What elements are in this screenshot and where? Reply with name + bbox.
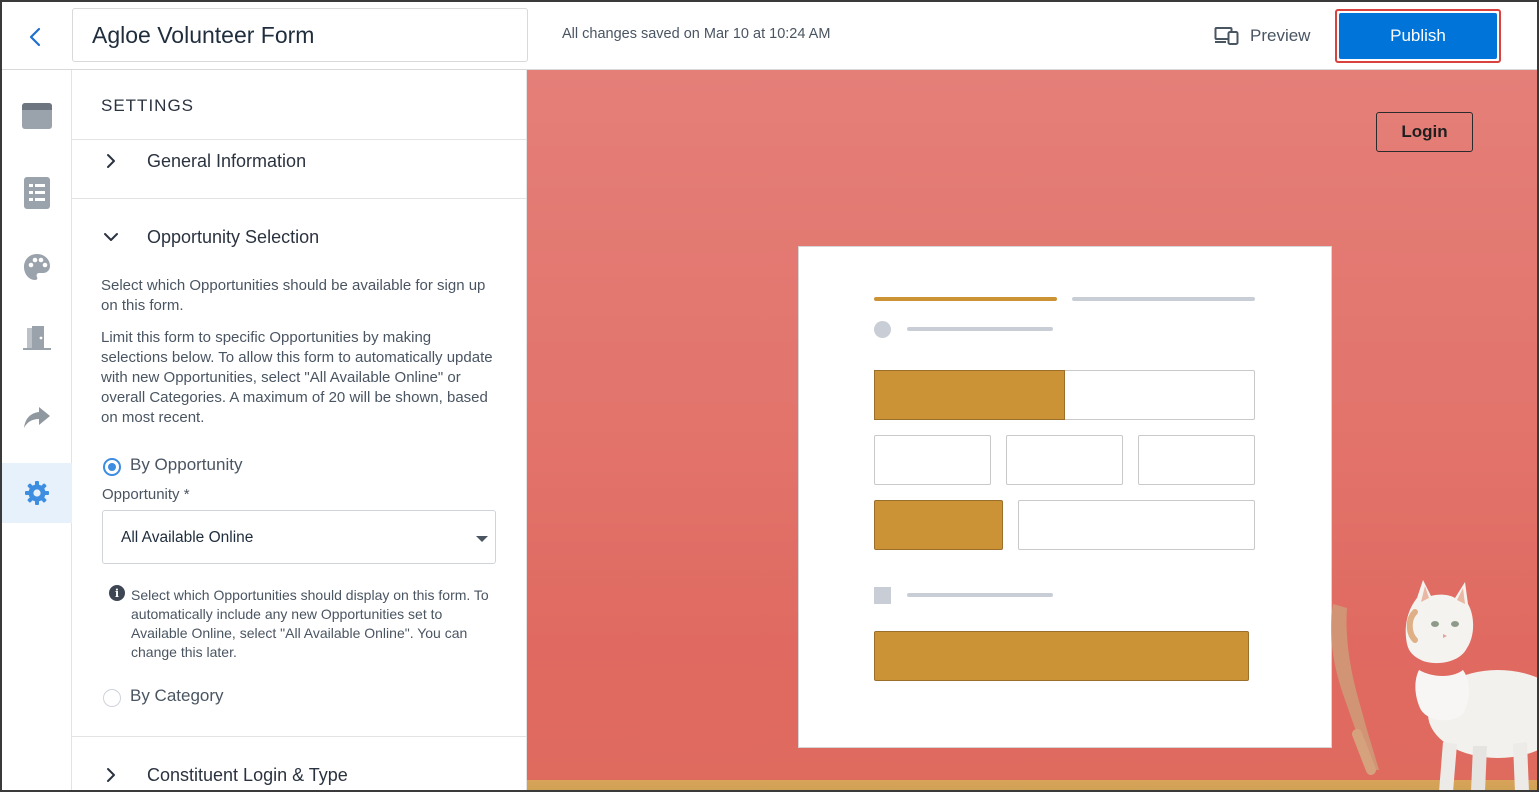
form-preview-canvas: Login <box>527 70 1537 790</box>
share-arrow-icon <box>24 407 50 428</box>
rail-item-settings[interactable] <box>2 463 72 523</box>
login-button[interactable]: Login <box>1376 112 1473 152</box>
section-general-information[interactable]: General Information <box>72 141 527 181</box>
top-bar: Agloe Volunteer Form All changes saved o… <box>2 2 1537 70</box>
placeholder-line <box>907 327 1053 331</box>
devices-icon <box>1214 27 1239 45</box>
placeholder-button <box>874 500 1003 550</box>
save-status: All changes saved on Mar 10 at 10:24 AM <box>562 26 831 42</box>
divider <box>72 736 527 737</box>
rail-item-layout[interactable] <box>2 86 72 146</box>
app-window: Agloe Volunteer Form All changes saved o… <box>0 0 1539 792</box>
placeholder-dot <box>874 321 891 338</box>
opportunity-field-label: Opportunity * <box>102 486 190 503</box>
placeholder-field <box>1006 435 1123 485</box>
progress-step-inactive <box>1072 297 1255 301</box>
chevron-down-icon <box>104 233 118 241</box>
placeholder-field <box>1018 500 1255 550</box>
section-opportunity-selection[interactable]: Opportunity Selection <box>72 217 527 257</box>
radio-by-opportunity[interactable] <box>103 458 121 476</box>
rail-item-fields[interactable] <box>2 163 72 223</box>
radio-by-category-label: By Category <box>130 686 224 705</box>
palette-icon <box>24 254 50 280</box>
rail-item-theme[interactable] <box>2 237 72 297</box>
opportunity-hint: Select which Opportunities should displa… <box>131 587 489 660</box>
placeholder-field-fill <box>874 370 1065 420</box>
opportunity-select[interactable]: All Available Online <box>102 510 496 564</box>
placeholder-field <box>1138 435 1255 485</box>
layout-icon <box>22 103 52 129</box>
back-button[interactable] <box>20 22 50 52</box>
placeholder-line <box>907 593 1053 597</box>
preview-label: Preview <box>1250 26 1311 45</box>
placeholder-field <box>874 435 991 485</box>
placeholder-checkbox <box>874 587 891 604</box>
form-title-input[interactable]: Agloe Volunteer Form <box>72 8 528 62</box>
opportunity-select-value: All Available Online <box>121 529 254 546</box>
publish-button[interactable]: Publish <box>1339 13 1497 59</box>
divider <box>72 139 527 140</box>
divider <box>72 198 527 199</box>
gear-icon <box>25 481 49 505</box>
settings-panel: SETTINGS General Information Opportunity… <box>72 70 527 790</box>
info-icon: i <box>109 585 125 601</box>
rail-item-confirmation[interactable] <box>2 308 72 368</box>
form-title-text: Agloe Volunteer Form <box>92 21 315 48</box>
section-label: Opportunity Selection <box>147 226 320 247</box>
form-preview-card <box>798 246 1332 748</box>
section-label: General Information <box>147 150 307 171</box>
icon-rail <box>2 70 72 790</box>
chevron-right-icon <box>107 154 115 168</box>
radio-by-category[interactable] <box>103 689 121 707</box>
publish-highlight: Publish <box>1335 9 1501 63</box>
settings-title: SETTINGS <box>101 96 195 115</box>
chevron-right-icon <box>107 768 115 782</box>
rail-item-share[interactable] <box>2 388 72 448</box>
list-icon <box>24 177 50 209</box>
progress-step-active <box>874 297 1057 301</box>
caret-down-icon <box>476 536 488 542</box>
placeholder-submit-button <box>874 631 1249 681</box>
preview-button[interactable]: Preview <box>1214 22 1310 50</box>
opportunity-limit-description: Limit this form to specific Opportunitie… <box>101 329 493 426</box>
radio-by-opportunity-label: By Opportunity <box>130 455 243 474</box>
chevron-left-icon <box>29 27 41 47</box>
section-constituent-login[interactable]: Constituent Login & Type <box>72 755 527 790</box>
white-cat-image <box>1331 580 1537 790</box>
section-label: Constituent Login & Type <box>147 764 348 785</box>
opportunity-description: Select which Opportunities should be ava… <box>101 277 486 314</box>
door-icon <box>23 326 51 350</box>
